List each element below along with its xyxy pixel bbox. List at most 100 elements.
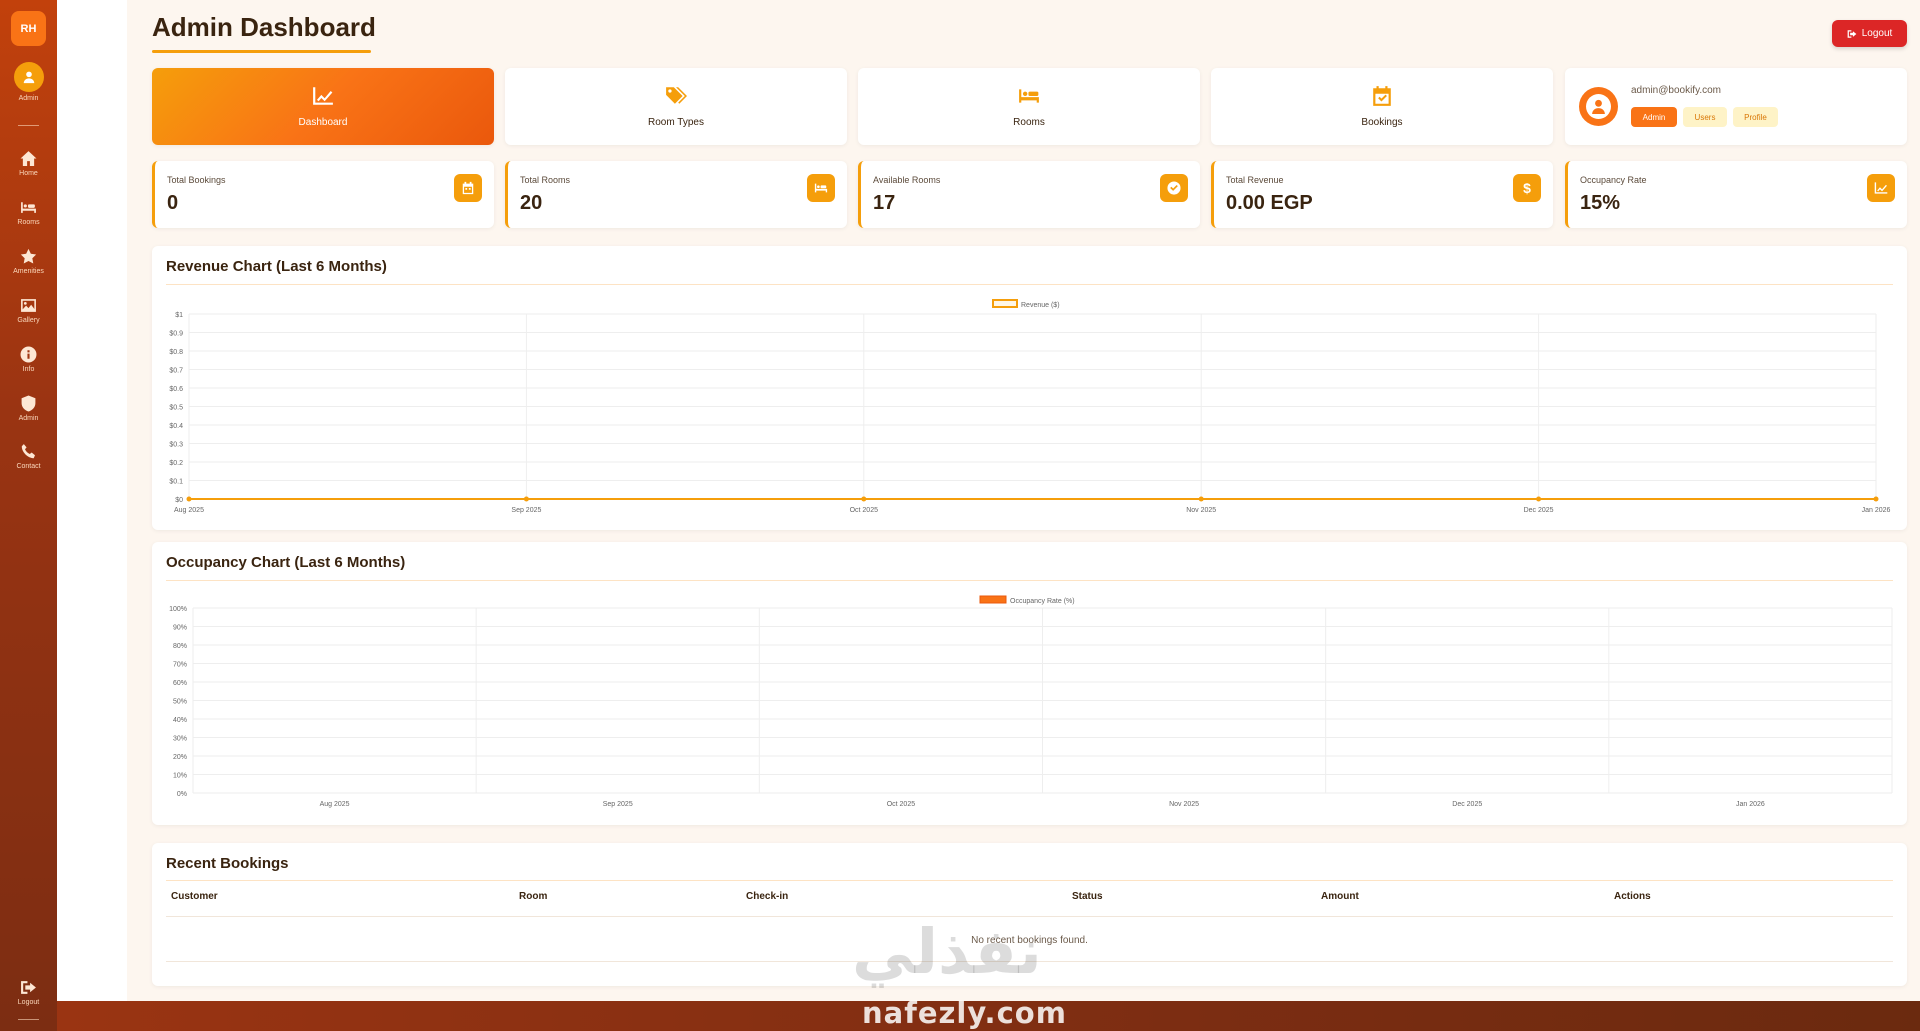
stat-card-occupancy-rate: Occupancy Rate 15%	[1565, 161, 1907, 228]
sidebar-item-admin[interactable]: Admin	[0, 395, 57, 422]
revenue-data-point	[523, 496, 529, 502]
nav-card-label: Rooms	[1013, 117, 1045, 128]
y-tick-label: $0	[175, 497, 183, 504]
revenue-data-point	[186, 496, 192, 502]
y-tick-label: 60%	[173, 680, 187, 687]
chart-line-icon	[1867, 174, 1895, 202]
x-tick-label: Oct 2025	[850, 507, 879, 514]
sidebar-item-contact[interactable]: Contact	[0, 443, 57, 470]
logout-button[interactable]: Logout	[1832, 20, 1907, 47]
user-email: admin@bookify.com	[1631, 85, 1721, 96]
calendar-icon	[454, 174, 482, 202]
nav-card-label: Room Types	[648, 117, 704, 128]
y-tick-label: 100%	[169, 606, 187, 613]
x-tick-label: Dec 2025	[1452, 801, 1482, 808]
x-tick-label: Jan 2026	[1736, 801, 1765, 808]
legend-swatch	[979, 595, 1007, 604]
user-icon	[13, 62, 44, 92]
sidebar-item-label: Amenities	[13, 268, 44, 275]
nav-card-bookings[interactable]: Bookings	[1211, 68, 1553, 145]
y-tick-label: 10%	[173, 773, 187, 780]
y-tick-label: 0%	[177, 791, 187, 798]
legend-label: Occupancy Rate (%)	[1010, 598, 1075, 605]
column-header-status[interactable]: Status	[1072, 891, 1103, 902]
info-icon	[20, 346, 37, 363]
sidebar-divider	[18, 125, 39, 126]
x-tick-label: Dec 2025	[1524, 507, 1554, 514]
sidebar-item-rooms[interactable]: Rooms	[0, 199, 57, 226]
y-tick-label: $0.8	[169, 349, 183, 356]
check-circle-icon	[1160, 174, 1188, 202]
sidebar-item-label: Logout	[17, 999, 40, 1006]
x-tick-label: Jan 2026	[1862, 507, 1891, 514]
y-tick-label: 80%	[173, 643, 187, 650]
avatar[interactable]	[1579, 87, 1618, 126]
stat-label: Total Revenue	[1226, 175, 1284, 185]
brand-logo[interactable]: RH	[11, 11, 46, 46]
watermark-latin: nafezly.com	[862, 996, 1067, 1030]
panel-divider	[166, 880, 1893, 881]
user-card: admin@bookify.com Admin Users Profile	[1565, 68, 1907, 145]
column-header-room[interactable]: Room	[519, 891, 547, 902]
y-tick-label: 20%	[173, 754, 187, 761]
column-header-actions[interactable]: Actions	[1614, 891, 1651, 902]
nav-card-rooms[interactable]: Rooms	[858, 68, 1200, 145]
stat-value: 20	[520, 192, 543, 214]
legend-label: Revenue ($)	[1021, 302, 1060, 309]
nav-card-room-types[interactable]: Room Types	[505, 68, 847, 145]
star-icon	[20, 248, 37, 264]
y-tick-label: 70%	[173, 662, 187, 669]
y-tick-label: $0.6	[169, 386, 183, 393]
role-button-admin[interactable]: Admin	[1631, 107, 1677, 127]
bed-icon	[807, 174, 835, 202]
watermark-arabic: نفذلي	[852, 915, 1042, 988]
stat-label: Available Rooms	[873, 175, 941, 185]
role-button-profile[interactable]: Profile	[1733, 107, 1778, 127]
stat-value: 15%	[1580, 192, 1621, 214]
logout-icon	[21, 981, 36, 994]
revenue-data-point	[1536, 496, 1542, 502]
sidebar-item-amenities[interactable]: Amenities	[0, 248, 57, 275]
y-tick-label: $0.9	[169, 331, 183, 338]
role-button-users[interactable]: Users	[1683, 107, 1727, 127]
column-header-amount[interactable]: Amount	[1321, 891, 1359, 902]
sidebar-item-label: Rooms	[17, 219, 40, 226]
stat-card-total-revenue: Total Revenue 0.00 EGP $	[1211, 161, 1553, 228]
y-tick-label: 50%	[173, 699, 187, 706]
y-tick-label: $0.4	[169, 423, 183, 430]
sidebar-item-label: Home	[19, 170, 38, 177]
x-tick-label: Sep 2025	[603, 801, 633, 808]
y-tick-label: $0.1	[169, 479, 183, 486]
sidebar-item-label: Contact	[16, 463, 41, 470]
x-tick-label: Sep 2025	[511, 507, 541, 514]
recent-bookings-title: Recent Bookings	[166, 855, 289, 872]
shield-icon	[21, 395, 36, 412]
column-header-check-in[interactable]: Check-in	[746, 891, 788, 902]
phone-icon	[21, 444, 35, 459]
sidebar-item-logout[interactable]: Logout	[0, 979, 57, 1006]
sidebar-item-label: Admin	[18, 95, 39, 102]
nav-card-dashboard[interactable]: Dashboard	[152, 68, 494, 145]
sidebar-item-label: Admin	[18, 415, 39, 422]
home-icon	[20, 151, 37, 166]
sidebar-item-home[interactable]: Home	[0, 150, 57, 177]
x-tick-label: Aug 2025	[174, 507, 204, 514]
sidebar-item-info[interactable]: Info	[0, 346, 57, 373]
y-tick-label: $1	[175, 312, 183, 319]
y-tick-label: 90%	[173, 625, 187, 632]
column-header-customer[interactable]: Customer	[171, 891, 218, 902]
stat-label: Total Bookings	[167, 175, 226, 185]
calendar-check-icon	[1373, 86, 1391, 106]
x-tick-label: Nov 2025	[1169, 801, 1199, 808]
x-tick-label: Nov 2025	[1186, 507, 1216, 514]
occupancy-chart-panel: 0% 10% 20% 30% 40% 50% 60% 70% 80% 90% 100% Aug 202…	[152, 542, 1907, 825]
revenue-chart-title: Revenue Chart (Last 6 Months)	[166, 258, 387, 275]
sidebar: RH Admin Home Rooms Amenities Gallery In…	[0, 0, 57, 1031]
y-tick-label: $0.5	[169, 405, 183, 412]
sidebar-item-admin-profile[interactable]: Admin	[0, 62, 57, 102]
bed-icon	[21, 202, 36, 213]
page-title: Admin Dashboard	[152, 12, 376, 42]
title-underline	[152, 50, 371, 53]
y-tick-label: $0.2	[169, 460, 183, 467]
sidebar-item-gallery[interactable]: Gallery	[0, 297, 57, 324]
